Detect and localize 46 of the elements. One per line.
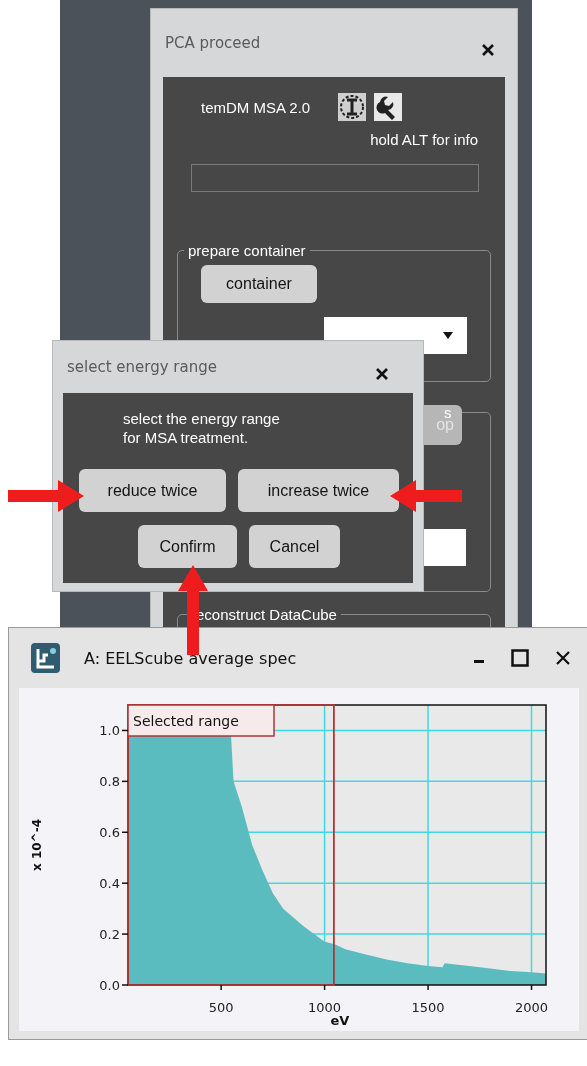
y-tick-label: 0.6 — [99, 825, 120, 841]
close-icon[interactable] — [481, 43, 495, 57]
maximize-icon[interactable] — [511, 649, 529, 667]
app-name: temDM MSA 2.0 — [201, 98, 311, 116]
dialog-button[interactable]: Confirm — [138, 525, 237, 568]
caret-icon — [443, 332, 453, 339]
range-label: Selected range — [133, 713, 239, 729]
close-icon[interactable] — [375, 367, 389, 381]
y-tick: 0.4 — [99, 876, 129, 892]
y-tick: 0.8 — [99, 774, 129, 790]
x-tick: 500 — [208, 984, 234, 1015]
wrench-icon[interactable] — [374, 93, 403, 121]
window-title: A: EELScube average spec — [84, 648, 297, 668]
y-axis-label: x 10^-4 — [30, 819, 44, 871]
y-tick-label: 0.0 — [99, 978, 120, 993]
app-icon — [31, 643, 60, 673]
x-tick-label: 500 — [208, 1000, 234, 1015]
info-icon[interactable] — [338, 93, 367, 121]
annotation-arrow — [390, 480, 462, 512]
x-axis-label: eV — [330, 1013, 350, 1028]
container-button[interactable]: container — [201, 265, 317, 303]
y-tick-label: 0.4 — [99, 876, 120, 892]
window-title: PCA proceed — [165, 34, 261, 52]
x-tick-label: 1500 — [411, 1000, 445, 1015]
x-tick: 1000 — [308, 984, 342, 1015]
window-title: select energy range — [67, 358, 217, 376]
x-tick-label: 2000 — [514, 1000, 549, 1015]
y-tick: 1.0 — [99, 723, 129, 739]
instruction-text: select the energy range for MSA treatment. — [123, 409, 280, 447]
group-title: econstruct DataCube — [195, 606, 338, 623]
dialog-button[interactable]: reduce twice — [79, 469, 226, 512]
x-tick: 2000 — [514, 984, 549, 1015]
y-tick: 0.6 — [99, 825, 129, 841]
x-tick-label: 1000 — [308, 1000, 342, 1015]
close-icon[interactable] — [555, 650, 571, 666]
y-tick: 0.2 — [99, 927, 129, 943]
y-tick-label: 1.0 — [99, 723, 120, 739]
y-tick: 0.0 — [99, 978, 129, 993]
y-tick-label: 0.2 — [99, 927, 120, 943]
hint-text: hold ALT for info — [370, 131, 479, 148]
dialog-button[interactable]: Cancel — [249, 525, 340, 568]
dialog-button[interactable]: increase twice — [238, 469, 399, 512]
group-title: s — [443, 404, 453, 421]
group-title: prepare container — [187, 242, 307, 259]
x-tick: 1500 — [411, 984, 445, 1015]
y-tick-label: 0.8 — [99, 774, 120, 790]
